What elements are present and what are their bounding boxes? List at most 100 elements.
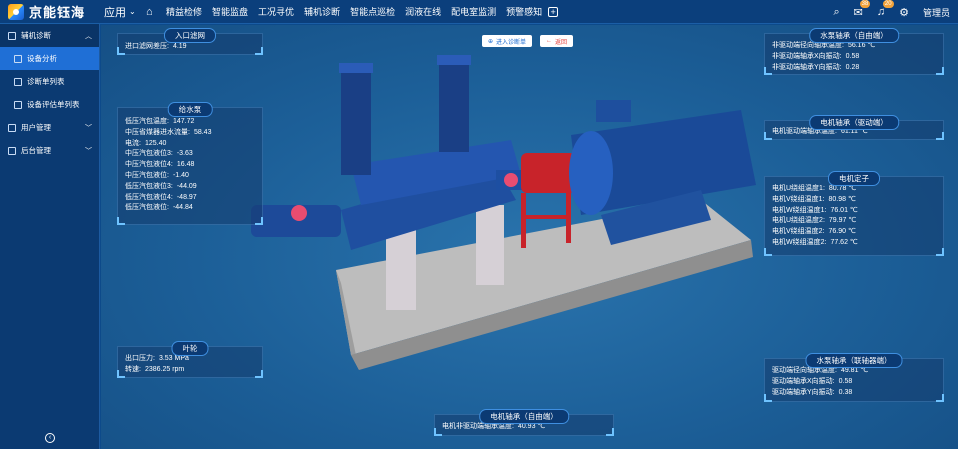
panel-inlet-filter: 入口滤网 进口滤网差压: 4.19 (117, 28, 263, 55)
bell-badge: 20 (882, 0, 894, 8)
apps-label: 应用 (104, 6, 126, 19)
panel-motor-stator: 电机定子 电机U绕组温度1: 80.78 ℃ 电机V绕组温度1: 80.98 ℃ 电… (764, 171, 944, 256)
panel-title: 电机定子 (828, 171, 880, 186)
panel-title: 水泵轴承（联轴器端） (805, 353, 903, 368)
sidebar-item-diagnosis-list[interactable]: 诊断单列表 (0, 70, 99, 93)
panel-title: 电机轴承（驱动端） (809, 115, 899, 130)
data-row: 电机V绕组温度1: 80.98 ℃ (772, 195, 856, 203)
data-row: 中压省煤器进水流量: 58.43 (125, 128, 212, 136)
apps-menu[interactable]: 应用 ⌄ (104, 4, 144, 20)
data-row: 非驱动端轴承X向振动: 0.58 (772, 52, 860, 60)
back-label: 返回 (555, 39, 568, 46)
panel-title: 入口滤网 (164, 28, 216, 43)
user-icon (8, 123, 16, 132)
plus-circle-icon: ⊕ (488, 38, 494, 45)
nav-item[interactable]: 预警感知 (506, 5, 542, 18)
panel-title: 电机轴承（自由端） (479, 409, 569, 424)
data-row: 低压汽包温度: 147.72 (125, 118, 195, 125)
panel-pump-bearing-free: 水泵轴承（自由端） 非驱动端径向轴承温度: 56.16 ℃ 非驱动端轴承X向振动:… (764, 28, 944, 75)
top-right-tools: ⌕ ✉ 38 ♫ 20 ⚙ 管理员 (833, 0, 950, 24)
data-row: 低压汽包液位4: -48.97 (125, 193, 197, 201)
sidebar-group-diagnosis[interactable]: 辅机诊断 ︿ (0, 24, 99, 47)
back-arrow-icon: ← (546, 38, 552, 44)
data-row: 低压汽包液位: -44.84 (125, 204, 193, 212)
alarm-glow-inlet (291, 205, 307, 221)
sidebar-item-label: 诊断单列表 (27, 77, 65, 86)
motor-end-cap (569, 131, 613, 215)
search-icon[interactable]: ⌕ (833, 6, 839, 19)
bell-icon[interactable]: ♫ 20 (877, 0, 894, 18)
nav-item[interactable]: 智能监盘 (212, 5, 248, 18)
data-row: 中压汽包液位: -1.40 (125, 171, 189, 179)
sidebar-item-device-analysis[interactable]: 设备分析 (0, 47, 99, 70)
pipe-right (439, 57, 469, 152)
doc-icon (14, 77, 22, 86)
gear-icon[interactable]: ⚙ (899, 6, 909, 19)
panel-pump-bearing-coupling: 水泵轴承（联轴器端） 驱动端径向轴承温度: 49.81 ℃ 驱动端轴承X向振动: 0… (764, 353, 944, 402)
sidebar: 辅机诊断 ︿ 设备分析 诊断单列表 设备评估单列表 用户管理 ﹀ 后台管理 ﹀ … (0, 24, 100, 449)
sidebar-group-user-management[interactable]: 用户管理 ﹀ (0, 116, 99, 139)
nav-item[interactable]: 精益检修 (166, 5, 202, 18)
main-area: ⊕ 进入诊断单 ← 返回 入口滤网 进口滤网差压: 4.19 给水泵 低压汽包温度… (101, 25, 958, 449)
data-row: 电流: 125.40 (125, 139, 167, 147)
home-icon[interactable]: ⌂ (146, 6, 160, 18)
top-bar: 京能钰海 应用 ⌄ ⌂ 精益检修 智能监盘 工况寻优 辅机诊断 智能点巡检 润液… (0, 0, 958, 24)
chevron-down-icon: ﹀ (85, 124, 92, 132)
back-button[interactable]: ← 返回 (540, 35, 574, 47)
data-row: 电机U绕组温度2: 79.97 ℃ (772, 217, 857, 225)
nav-item[interactable]: 工况寻优 (258, 5, 294, 18)
sidebar-item-label: 设备评估单列表 (27, 100, 80, 109)
sidebar-group-backend[interactable]: 后台管理 ﹀ (0, 139, 99, 162)
data-row: 中压汽包液位4: 16.48 (125, 161, 195, 169)
settings-icon (8, 146, 16, 155)
pipe-left (341, 65, 371, 175)
nav-item[interactable]: 智能点巡检 (350, 5, 395, 18)
collapse-sidebar-icon[interactable]: ‹ (45, 433, 55, 443)
panel-title: 给水泵 (167, 102, 213, 117)
message-icon[interactable]: ✉ 38 (854, 0, 871, 19)
chevron-down-icon: ﹀ (85, 147, 92, 155)
motor-terminal-box (596, 100, 631, 122)
data-row: 低压汽包液位3: -44.09 (125, 182, 197, 190)
data-row: 电机W绕组温度1: 76.01 ℃ (772, 206, 858, 214)
logo: 京能钰海 (0, 2, 100, 21)
panel-feed-pump: 给水泵 低压汽包温度: 147.72 中压省煤器进水流量: 58.43 电流: 125… (117, 102, 263, 225)
doc-icon (14, 54, 22, 63)
panel-motor-bearing-free: 电机轴承（自由端） 电机非驱动端轴承温度: 40.93 ℃ (434, 409, 614, 436)
panel-motor-bearing-drive: 电机轴承（驱动端） 电机驱动端轴承温度: 61.11 ℃ (764, 115, 944, 140)
user-name[interactable]: 管理员 (923, 6, 950, 19)
enter-diagnosis-button[interactable]: ⊕ 进入诊断单 (482, 35, 533, 47)
data-row: 进口滤网差压: 4.19 (125, 43, 187, 50)
logo-icon (8, 3, 24, 20)
sidebar-group-label: 后台管理 (21, 146, 51, 155)
data-row: 电机W绕组温度2: 77.62 ℃ (772, 238, 858, 246)
panel-title: 水泵轴承（自由端） (809, 28, 899, 43)
sidebar-group-label: 用户管理 (21, 123, 51, 132)
sidebar-item-label: 设备分析 (27, 54, 57, 63)
data-row: 中压汽包液位3: -3.63 (125, 150, 193, 158)
chevron-up-icon: ︿ (85, 32, 92, 40)
nav-item[interactable]: 配电室监测 (451, 5, 496, 18)
panel-impeller: 叶轮 出口压力: 3.53 MPa 转速: 2386.25 rpm (117, 341, 263, 378)
nav-item[interactable]: 辅机诊断 (304, 5, 340, 18)
sidebar-group-label: 辅机诊断 (21, 31, 51, 40)
alarm-glow-coupling (504, 173, 518, 187)
data-row: 转速: 2386.25 rpm (125, 365, 185, 373)
coupling-guard (521, 153, 576, 193)
enter-diagnosis-label: 进入诊断单 (496, 39, 527, 46)
data-row: 驱动端轴承Y向振动: 0.38 (772, 388, 853, 396)
data-row: 驱动端轴承X向振动: 0.58 (772, 377, 853, 385)
doc-icon (14, 100, 22, 109)
data-row: 电机V绕组温度2: 76.90 ℃ (772, 228, 856, 236)
pedestal-right (476, 205, 504, 285)
chevron-down-icon: ⌄ (129, 7, 136, 16)
add-tab-icon[interactable]: + (548, 6, 559, 17)
nav-item[interactable]: 润液在线 (405, 5, 441, 18)
top-nav: 精益检修 智能监盘 工况寻优 辅机诊断 智能点巡检 润液在线 配电室监测 预警感… (166, 5, 542, 18)
logo-text: 京能钰海 (29, 5, 86, 20)
message-badge: 38 (859, 0, 871, 8)
diagnosis-icon (8, 31, 16, 40)
panel-title: 叶轮 (171, 341, 209, 356)
data-row: 非驱动端轴承Y向振动: 0.28 (772, 63, 860, 71)
sidebar-item-evaluation-list[interactable]: 设备评估单列表 (0, 93, 99, 116)
